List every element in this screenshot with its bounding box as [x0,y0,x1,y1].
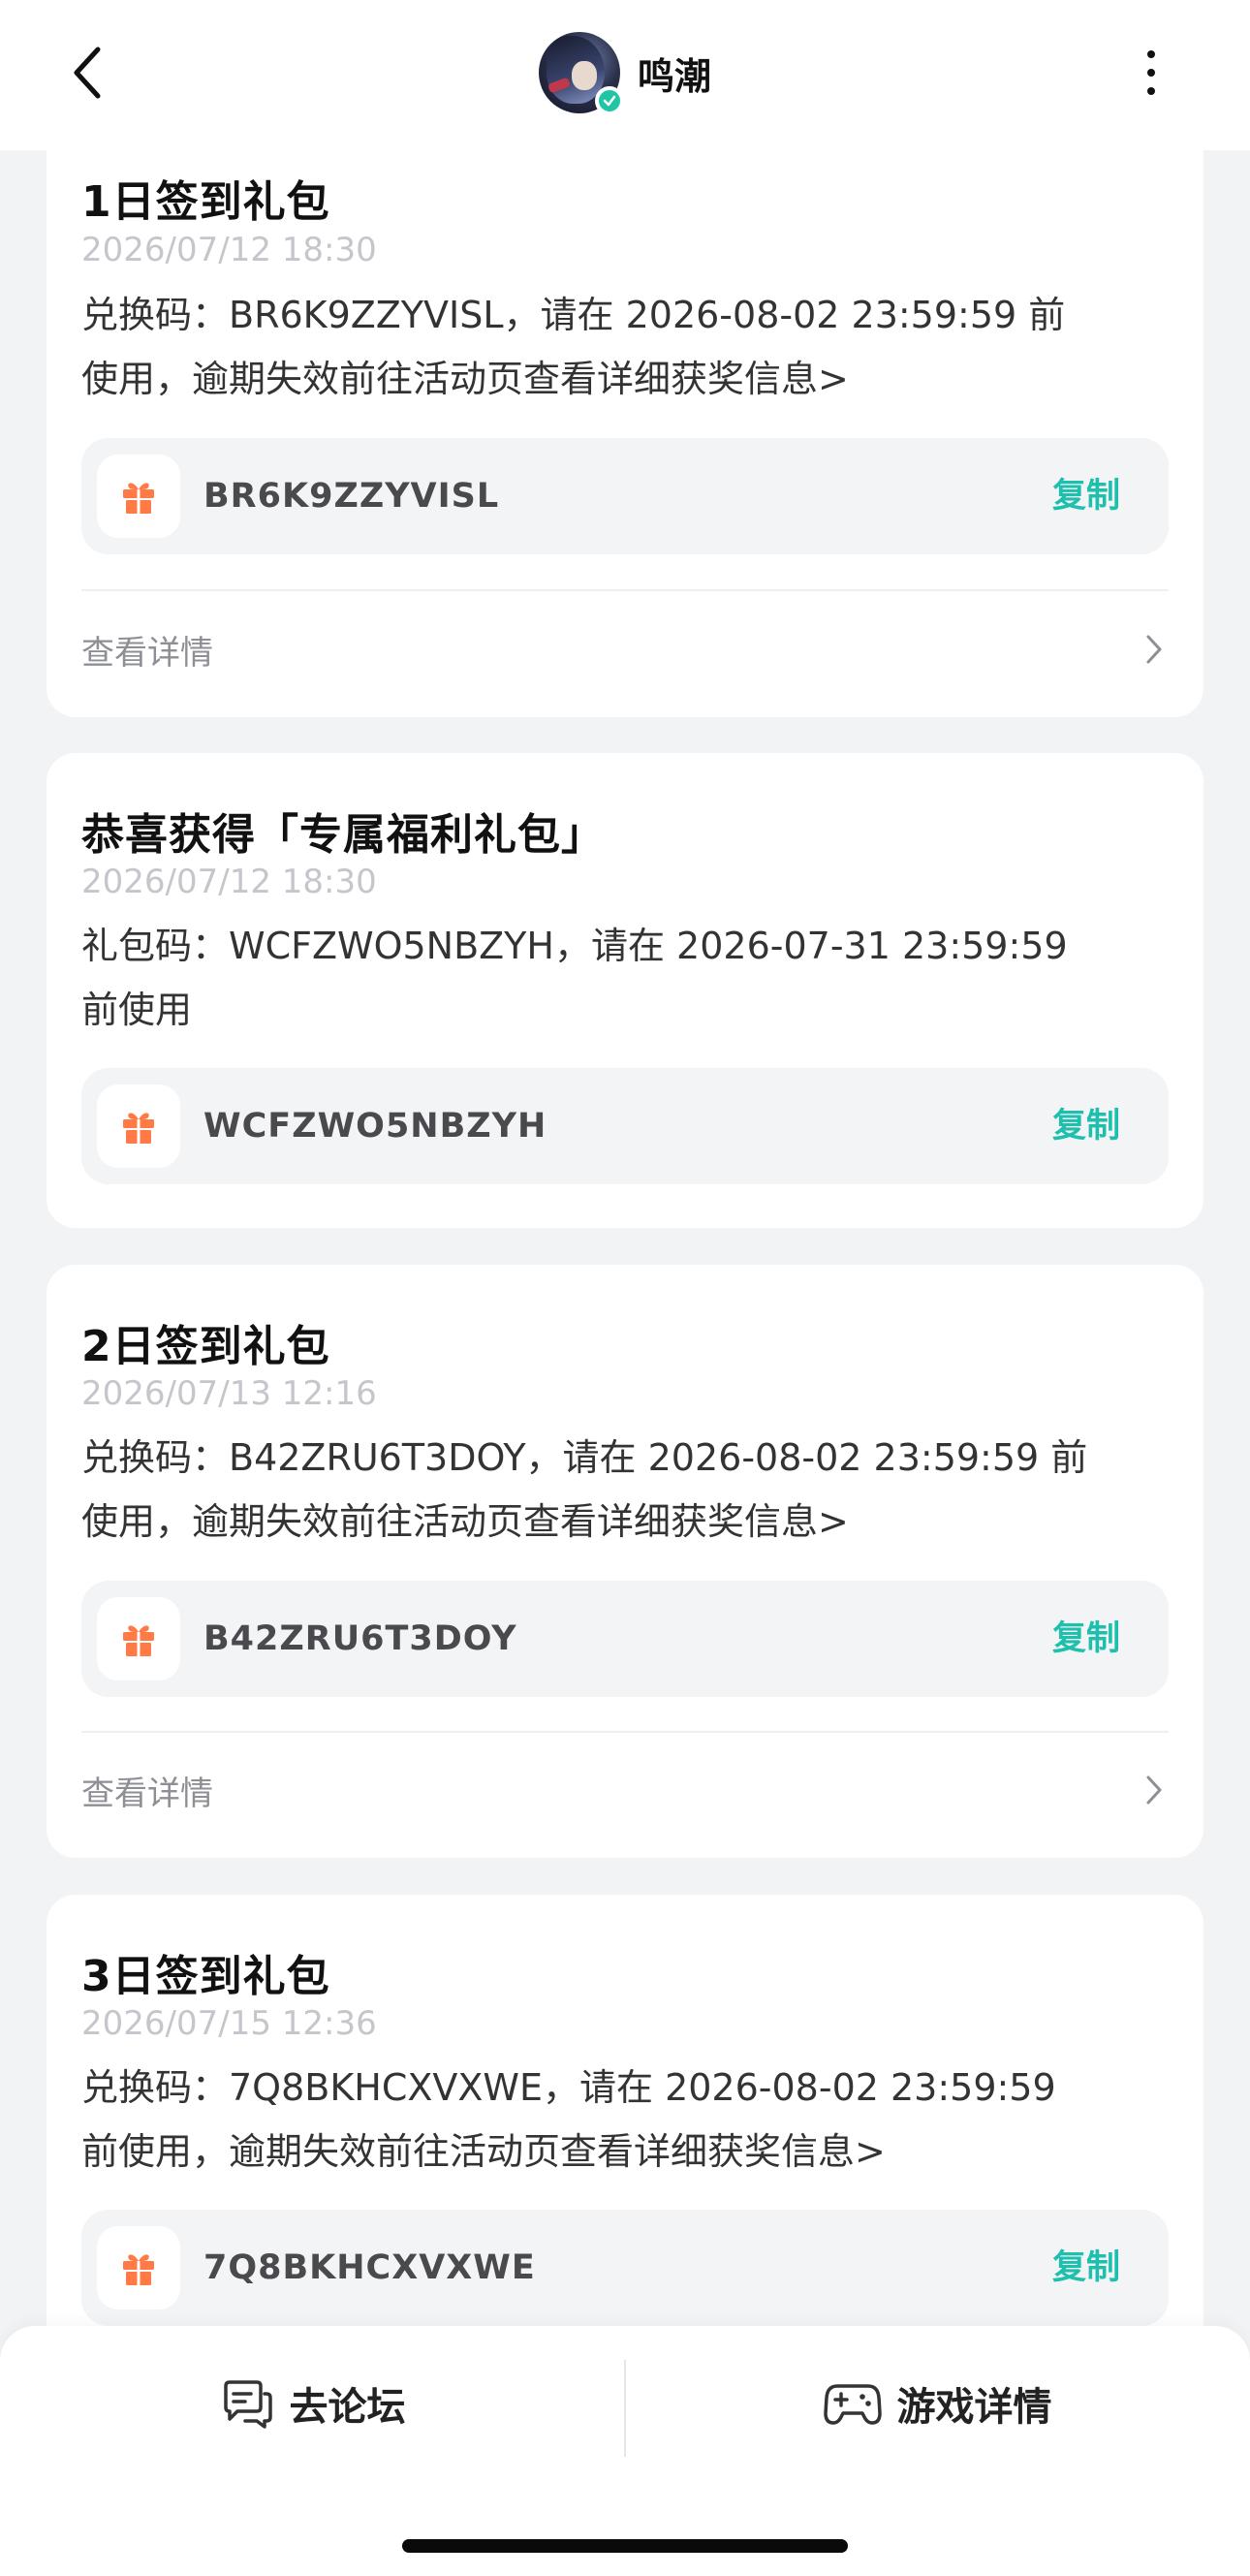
redeem-code-box: WCFZWO5NBZYH 复制 [81,1068,1169,1184]
copy-button[interactable]: 复制 [1052,1581,1120,1697]
chat-bubble-icon [223,2380,272,2429]
activity-page-link[interactable]: 使用，逾期失效前往活动页查看详细获奖信息> [81,347,1169,411]
gift-card-title: 恭喜获得「专属福利礼包」 [81,810,605,860]
gift-card: 1日签到礼包 2026/07/12 18:30 兑换码：BR6K9ZZYVISL… [47,116,1203,717]
gift-card: 恭喜获得「专属福利礼包」 2026/07/12 18:30 礼包码：WCFZWO… [47,753,1203,1228]
chevron-right-icon [1140,630,1169,669]
activity-page-link[interactable]: 前使用，逾期失效前往活动页查看详细获奖信息> [81,2120,1169,2183]
gift-card-description: 礼包码：WCFZWO5NBZYH，请在 2026-07-31 23:59:59 … [81,925,1068,1031]
go-to-forum-label: 去论坛 [289,2385,406,2430]
redeem-code: BR6K9ZZYVISL [203,477,500,516]
view-details-row[interactable]: 查看详情 [81,620,1169,678]
gift-card-description: 兑换码：BR6K9ZZYVISL，请在 2026-08-02 23:59:59 … [81,283,1169,411]
game-details-button[interactable]: 游戏详情 [625,2355,1250,2452]
divider [81,589,1169,591]
redeem-code: WCFZWO5NBZYH [203,1107,547,1146]
gift-icon [97,2226,180,2309]
avatar[interactable] [538,32,624,115]
view-details-row[interactable]: 查看详情 [81,1761,1169,1819]
gift-card-title: 2日签到礼包 [81,1322,330,1371]
gift-icon [97,1597,180,1681]
gift-card-description: 兑换码：B42ZRU6T3DOY，请在 2026-08-02 23:59:59 … [81,1426,1169,1554]
go-to-forum-button[interactable]: 去论坛 [0,2355,625,2452]
gift-card-time: 2026/07/12 18:30 [81,231,377,269]
gamepad-icon [823,2384,882,2425]
copy-button[interactable]: 复制 [1052,2210,1120,2326]
gift-card-time: 2026/07/13 12:16 [81,1374,377,1413]
gift-card-description: 兑换码：7Q8BKHCXVXWE，请在 2026-08-02 23:59:59 … [81,2056,1169,2183]
game-details-label: 游戏详情 [896,2385,1052,2430]
redeem-code: B42ZRU6T3DOY [203,1619,517,1658]
redeem-code-box: BR6K9ZZYVISL 复制 [81,438,1169,554]
gift-icon [97,1084,180,1168]
redeem-code-box: B42ZRU6T3DOY 复制 [81,1581,1169,1697]
gift-icon [97,455,180,538]
view-details-label: 查看详情 [81,633,213,673]
gift-card-time: 2026/07/15 12:36 [81,2004,377,2043]
vertical-ellipsis-icon [1147,50,1155,58]
check-badge-icon [594,86,624,115]
activity-page-link[interactable]: 使用，逾期失效前往活动页查看详细获奖信息> [81,1490,1169,1554]
page-title-group: 鸣潮 [0,29,1250,116]
home-indicator[interactable] [402,2539,848,2553]
gift-card-title: 1日签到礼包 [81,177,330,227]
chevron-right-icon [1140,1771,1169,1809]
more-options-button[interactable] [1140,48,1163,97]
top-nav-bar: 鸣潮 [0,0,1250,150]
copy-button[interactable]: 复制 [1052,438,1120,554]
divider [81,1731,1169,1733]
gift-card-title: 3日签到礼包 [81,1952,330,2001]
copy-button[interactable]: 复制 [1052,1068,1120,1184]
gift-card: 2日签到礼包 2026/07/13 12:16 兑换码：B42ZRU6T3DOY… [47,1265,1203,1858]
view-details-label: 查看详情 [81,1774,213,1813]
gift-card-time: 2026/07/12 18:30 [81,863,377,901]
redeem-code: 7Q8BKHCXVXWE [203,2248,536,2287]
redeem-code-box: 7Q8BKHCXVXWE 复制 [81,2210,1169,2326]
page-title: 鸣潮 [637,54,711,98]
